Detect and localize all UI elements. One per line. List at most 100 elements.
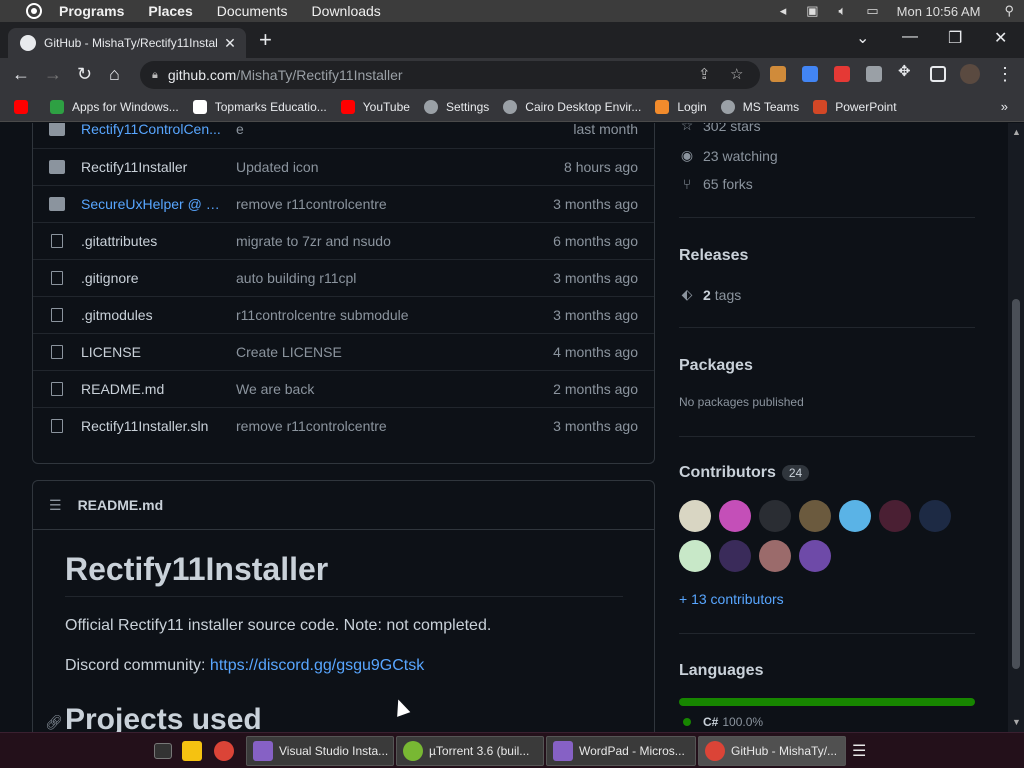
- discord-link[interactable]: https://discord.gg/gsgu9GCtsk: [210, 657, 424, 674]
- file-name[interactable]: Rectify11Installer.sln: [81, 418, 221, 434]
- contributor-avatar[interactable]: [719, 500, 751, 532]
- translate-icon[interactable]: [802, 66, 818, 82]
- volume-icon[interactable]: 🔈︎: [839, 3, 847, 19]
- commit-message[interactable]: Updated icon: [236, 159, 319, 175]
- commit-message[interactable]: We are back: [236, 381, 314, 397]
- tab-search-icon[interactable]: ⌄: [856, 28, 869, 48]
- contributor-avatar[interactable]: [759, 500, 791, 532]
- shield-icon[interactable]: [866, 66, 882, 82]
- tray-collapse-icon[interactable]: ◂: [780, 3, 787, 19]
- contributors-heading[interactable]: Contributors 24: [679, 464, 810, 482]
- commit-message[interactable]: remove r11controlcentre: [236, 196, 387, 212]
- tab-close-icon[interactable]: ✕: [220, 35, 240, 52]
- taskbar-item-wordpad[interactable]: WordPad - Micros...: [546, 736, 696, 766]
- commit-message[interactable]: r11controlcentre submodule: [236, 307, 409, 323]
- contributor-avatar[interactable]: [719, 540, 751, 572]
- bookmark-powerpoint[interactable]: PowerPoint: [813, 99, 897, 114]
- extension-heart-icon[interactable]: [834, 66, 850, 82]
- file-row[interactable]: SecureUxHelper @ 7... remove r11controlc…: [33, 185, 654, 222]
- language-entry[interactable]: C# 100.0%: [679, 715, 763, 729]
- bookmark-settings[interactable]: Settings: [423, 99, 489, 114]
- menu-logo-icon[interactable]: [26, 3, 42, 19]
- reload-button[interactable]: ↻: [77, 64, 92, 85]
- packages-heading[interactable]: Packages: [679, 357, 753, 375]
- scroll-up-icon[interactable]: ▲: [1012, 127, 1021, 137]
- taskbar-item-chrome[interactable]: GitHub - MishaTy/...: [698, 736, 846, 766]
- contributor-avatar[interactable]: [759, 540, 791, 572]
- list-icon[interactable]: ☰: [49, 497, 62, 514]
- file-name[interactable]: Rectify11ControlCen...: [81, 123, 221, 137]
- menu-places[interactable]: Places: [148, 3, 192, 19]
- bookmark-cairo[interactable]: Cairo Desktop Envir...: [503, 99, 641, 114]
- more-bookmarks-icon[interactable]: »: [1001, 99, 1008, 114]
- chrome-menu-icon[interactable]: ⋮: [996, 64, 1014, 85]
- new-tab-button[interactable]: +: [259, 29, 272, 51]
- address-bar[interactable]: 🔒︎ github.com/MishaTy/Rectify11Installer…: [140, 61, 760, 89]
- terminal-launcher[interactable]: [150, 736, 176, 766]
- file-row[interactable]: README.md We are back 2 months ago: [33, 370, 654, 407]
- contributor-avatar[interactable]: [799, 540, 831, 572]
- search-icon[interactable]: ⚲: [1004, 3, 1014, 19]
- side-panel-icon[interactable]: [930, 66, 946, 82]
- file-name[interactable]: README.md: [81, 381, 221, 397]
- back-button[interactable]: ←: [12, 64, 30, 85]
- taskbar-item-visual-studio[interactable]: Visual Studio Insta...: [246, 736, 394, 766]
- lock-icon[interactable]: 🔒︎: [152, 69, 158, 82]
- releases-heading[interactable]: Releases: [679, 247, 748, 265]
- contributor-avatar[interactable]: [679, 540, 711, 572]
- bookmark-apps[interactable]: Apps for Windows...: [50, 99, 179, 114]
- bookmark-youtube[interactable]: YouTube: [340, 99, 410, 114]
- contributor-avatar[interactable]: [679, 500, 711, 532]
- file-row[interactable]: .gitignore auto building r11cpl 3 months…: [33, 259, 654, 296]
- scroll-down-icon[interactable]: ▼: [1012, 717, 1021, 727]
- bookmark-ms-teams[interactable]: MS Teams: [720, 99, 799, 114]
- file-row[interactable]: Rectify11Installer.sln remove r11control…: [33, 407, 654, 444]
- commit-message[interactable]: Create LICENSE: [236, 344, 342, 360]
- profile-avatar[interactable]: [960, 64, 980, 84]
- file-row[interactable]: .gitattributes migrate to 7zr and nsudo …: [33, 222, 654, 259]
- browser-tab[interactable]: GitHub - MishaTy/Rectify11Instal ✕: [8, 28, 246, 58]
- extension-1-icon[interactable]: [770, 66, 786, 82]
- menu-downloads[interactable]: Downloads: [312, 3, 381, 19]
- commit-message[interactable]: e: [236, 123, 244, 137]
- watching-stat[interactable]: ◉ 23 watching: [679, 147, 778, 164]
- scrollbar-thumb[interactable]: [1012, 299, 1020, 669]
- restore-button[interactable]: ❐: [948, 28, 962, 48]
- file-name[interactable]: LICENSE: [81, 344, 221, 360]
- file-name[interactable]: SecureUxHelper @ 7...: [81, 196, 221, 212]
- taskbar-menu-icon[interactable]: ☰: [852, 736, 872, 766]
- close-window-button[interactable]: ✕: [994, 28, 1007, 48]
- commit-message[interactable]: migrate to 7zr and nsudo: [236, 233, 391, 249]
- file-name[interactable]: Rectify11Installer: [81, 159, 221, 175]
- display-icon[interactable]: ▭: [866, 3, 878, 19]
- forks-stat[interactable]: ⑂ 65 forks: [679, 176, 753, 192]
- language-bar[interactable]: [679, 698, 975, 706]
- file-name[interactable]: .gitmodules: [81, 307, 221, 323]
- contributor-avatar[interactable]: [879, 500, 911, 532]
- file-row[interactable]: .gitmodules r11controlcentre submodule 3…: [33, 296, 654, 333]
- bookmark-youtube-icon-only[interactable]: [14, 99, 36, 114]
- stars-stat[interactable]: ☆ 302 stars: [679, 123, 761, 134]
- file-name[interactable]: .gitattributes: [81, 233, 221, 249]
- menu-programs[interactable]: Programs: [59, 3, 124, 19]
- bookmark-login[interactable]: Login: [655, 99, 707, 114]
- menu-documents[interactable]: Documents: [217, 3, 288, 19]
- commit-message[interactable]: auto building r11cpl: [236, 270, 356, 286]
- link-anchor-icon[interactable]: 🔗︎: [45, 714, 63, 731]
- extensions-puzzle-icon[interactable]: ✥: [898, 62, 914, 80]
- page-scrollbar[interactable]: ▲ ▼: [1008, 123, 1024, 732]
- chrome-launcher[interactable]: [208, 736, 240, 766]
- contributor-avatar[interactable]: [839, 500, 871, 532]
- home-button[interactable]: ⌂: [109, 64, 120, 85]
- commit-message[interactable]: remove r11controlcentre: [236, 418, 387, 434]
- file-name[interactable]: .gitignore: [81, 270, 221, 286]
- file-row[interactable]: Rectify11ControlCen... e last month: [33, 123, 654, 148]
- contributor-avatar[interactable]: [799, 500, 831, 532]
- bookmark-topmarks[interactable]: Topmarks Educatio...: [192, 99, 327, 114]
- more-contributors-link[interactable]: + 13 contributors: [679, 591, 784, 607]
- minimize-button[interactable]: —: [902, 28, 918, 46]
- clock[interactable]: Mon 10:56 AM: [897, 4, 981, 19]
- file-row[interactable]: LICENSE Create LICENSE 4 months ago: [33, 333, 654, 370]
- file-row[interactable]: Rectify11Installer Updated icon 8 hours …: [33, 148, 654, 185]
- share-icon[interactable]: ⇪: [698, 65, 711, 83]
